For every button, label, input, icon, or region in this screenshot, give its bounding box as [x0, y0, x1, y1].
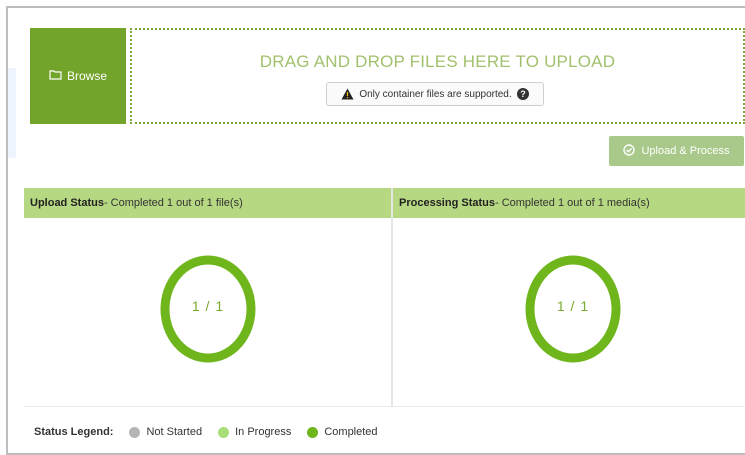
legend-item-not-started: Not Started	[129, 426, 202, 438]
legend-label-in-progress: In Progress	[235, 426, 292, 438]
processing-status-panel: Processing Status - Completed 1 out of 1…	[393, 188, 745, 406]
folder-icon	[49, 69, 62, 83]
status-legend: Status Legend: Not Started In Progress C…	[24, 406, 745, 455]
upload-status-summary: - Completed 1 out of 1 file(s)	[103, 197, 243, 209]
upload-panel: Browse DRAG AND DROP FILES HERE TO UPLOA…	[6, 6, 745, 455]
dropzone-title: DRAG AND DROP FILES HERE TO UPLOAD	[259, 52, 616, 71]
upload-process-button[interactable]: Upload & Process	[609, 136, 744, 166]
legend-title: Status Legend:	[34, 426, 114, 438]
supported-files-note: Only container files are supported. ?	[326, 82, 544, 106]
background-shade	[8, 68, 16, 158]
upload-button-label: Upload & Process	[641, 145, 730, 157]
legend-label-completed: Completed	[324, 426, 378, 438]
upload-status-panel: Upload Status - Completed 1 out of 1 fil…	[24, 188, 391, 406]
processing-ring-label: 1 / 1	[556, 298, 590, 314]
legend-dot-completed	[307, 426, 319, 438]
legend-label-not-started: Not Started	[146, 426, 203, 438]
legend-dot-not-started	[129, 426, 141, 438]
legend-item-in-progress: In Progress	[218, 426, 291, 438]
upload-progress-ring: 1 / 1	[158, 254, 258, 364]
legend-item-completed: Completed	[307, 426, 378, 438]
file-dropzone[interactable]: DRAG AND DROP FILES HERE TO UPLOAD Only …	[130, 28, 745, 124]
browse-button[interactable]: Browse	[30, 28, 126, 124]
processing-status-title: Processing Status	[399, 197, 495, 209]
upload-ring-label: 1 / 1	[191, 298, 225, 314]
warning-icon	[341, 88, 354, 100]
processing-progress-ring: 1 / 1	[523, 254, 623, 364]
check-circle-icon	[623, 143, 636, 159]
svg-text:?: ?	[520, 89, 526, 99]
help-icon[interactable]: ?	[516, 88, 529, 100]
note-text: Only container files are supported.	[359, 88, 512, 100]
legend-dot-in-progress	[218, 426, 230, 438]
processing-status-summary: - Completed 1 out of 1 media(s)	[494, 197, 650, 209]
upload-status-header: Upload Status - Completed 1 out of 1 fil…	[24, 188, 391, 218]
browse-label: Browse	[66, 69, 107, 83]
upload-status-title: Upload Status	[30, 197, 104, 209]
processing-status-header: Processing Status - Completed 1 out of 1…	[393, 188, 745, 218]
